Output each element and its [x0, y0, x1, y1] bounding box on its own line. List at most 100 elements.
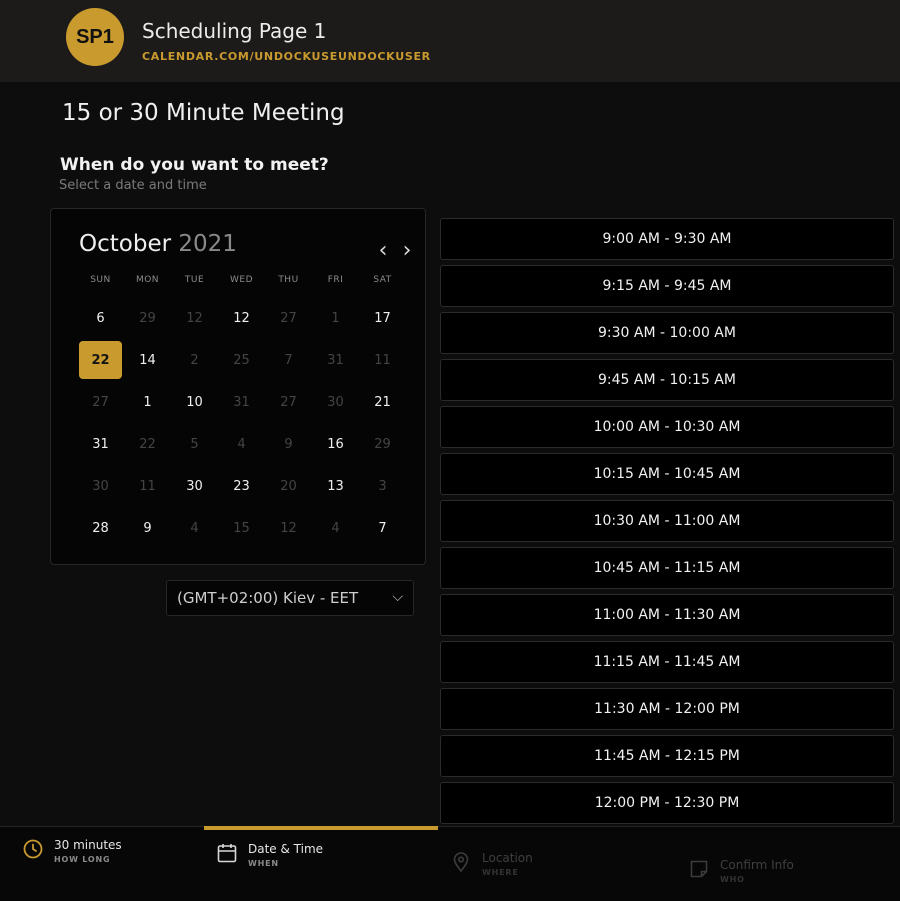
step-confirm-info-label: Confirm Info	[720, 858, 794, 872]
time-slot-button[interactable]: 11:45 AM - 12:15 PM	[440, 735, 894, 777]
meet-prompt: When do you want to meet?	[60, 155, 329, 175]
time-slot-button[interactable]: 10:30 AM - 11:00 AM	[440, 500, 894, 542]
step-confirm-info-sub: WHO	[720, 875, 745, 884]
step-date-time-sub: WHEN	[248, 859, 279, 868]
clock-icon	[23, 839, 43, 859]
calendar-day: 25	[233, 352, 250, 368]
chevron-down-icon: ⌵	[392, 589, 403, 605]
calendar-day[interactable]: 9	[126, 509, 169, 547]
time-slot-button[interactable]: 11:00 AM - 11:30 AM	[440, 594, 894, 636]
weekday-label: SUN	[90, 275, 111, 285]
avatar: SP1	[66, 8, 124, 66]
page-owner-title: Scheduling Page 1	[142, 19, 327, 43]
time-slot-button[interactable]: 12:00 PM - 12:30 PM	[440, 782, 894, 824]
calendar-day: 11	[374, 352, 391, 368]
calendar-day[interactable]: 13	[314, 467, 357, 505]
calendar-day[interactable]: 14	[126, 341, 169, 379]
time-slot-button[interactable]: 9:15 AM - 9:45 AM	[440, 265, 894, 307]
calendar-day[interactable]: 23	[220, 467, 263, 505]
calendar-day: 30	[92, 478, 109, 494]
calendar-day[interactable]: 31	[79, 425, 122, 463]
calendar-day: 27	[280, 310, 297, 326]
weekday-label: MON	[135, 275, 160, 285]
next-month-button[interactable]: ›	[397, 239, 417, 263]
calendar-day: 4	[331, 520, 340, 536]
calendar-day[interactable]: 6	[79, 299, 122, 337]
calendar-icon	[217, 844, 237, 863]
weekday-label: TUE	[184, 275, 205, 285]
calendar: October 2021 ‹ › SUN MON TUE WED THU FRI SAT 6…	[50, 208, 426, 565]
calendar-day: 27	[92, 394, 109, 410]
time-slot-button[interactable]: 11:15 AM - 11:45 AM	[440, 641, 894, 683]
step-location-sub: WHERE	[482, 868, 519, 877]
calendar-day[interactable]: 10	[173, 383, 216, 421]
calendar-month-title: October 2021	[79, 231, 237, 257]
meeting-title: 15 or 30 Minute Meeting	[62, 100, 345, 126]
step-location[interactable]: Location WHERE	[450, 851, 533, 877]
time-slot-button[interactable]: 11:30 AM - 12:00 PM	[440, 688, 894, 730]
calendar-day[interactable]: 28	[79, 509, 122, 547]
chevron-left-icon: ‹	[378, 238, 388, 263]
calendar-day: 4	[190, 520, 199, 536]
calendar-day[interactable]: 21	[361, 383, 404, 421]
time-slot-list: 9:00 AM - 9:30 AM 9:15 AM - 9:45 AM 9:30 A…	[440, 218, 894, 876]
calendar-day: 15	[233, 520, 250, 536]
calendar-day: 12	[186, 310, 203, 326]
step-confirm-info[interactable]: Confirm Info WHO	[688, 858, 794, 884]
time-slot-button[interactable]: 10:15 AM - 10:45 AM	[440, 453, 894, 495]
step-location-label: Location	[482, 851, 533, 865]
calendar-day[interactable]: 12	[220, 299, 263, 337]
weekday-label: THU	[278, 275, 299, 285]
note-icon	[690, 860, 708, 878]
calendar-day[interactable]: 1	[126, 383, 169, 421]
calendar-day[interactable]: 30	[173, 467, 216, 505]
step-duration-sub: HOW LONG	[54, 855, 111, 864]
meet-subprompt: Select a date and time	[59, 178, 207, 193]
header: SP1 Scheduling Page 1 CALENDAR.COM/UNDOC…	[0, 0, 900, 82]
time-slot-button[interactable]: 9:00 AM - 9:30 AM	[440, 218, 894, 260]
calendar-day: 3	[378, 478, 387, 494]
calendar-day: 20	[280, 478, 297, 494]
timezone-select[interactable]: (GMT+02:00) Kiev - EET ⌵	[166, 580, 414, 616]
calendar-day-selected[interactable]: 22	[79, 341, 122, 379]
calendar-day: 22	[139, 436, 156, 452]
calendar-day[interactable]: 16	[314, 425, 357, 463]
calendar-day: 12	[280, 520, 297, 536]
calendar-day: 29	[139, 310, 156, 326]
active-step-indicator	[204, 826, 438, 830]
calendar-day: 31	[233, 394, 250, 410]
calendar-month: October	[79, 231, 172, 257]
calendar-day: 1	[331, 310, 340, 326]
weekday-label: WED	[229, 275, 253, 285]
calendar-day: 11	[139, 478, 156, 494]
prev-month-button[interactable]: ‹	[373, 239, 393, 263]
weekday-label: SAT	[373, 275, 392, 285]
map-pin-icon	[453, 852, 469, 873]
chevron-right-icon: ›	[402, 238, 412, 263]
time-slot-button[interactable]: 10:45 AM - 11:15 AM	[440, 547, 894, 589]
calendar-day[interactable]: 17	[361, 299, 404, 337]
calendar-day: 31	[327, 352, 344, 368]
calendar-day: 30	[327, 394, 344, 410]
day-grid: 6 29 12 12 27 1 17 22 14 2 25 7 31 11 27 1 10 31 27 30 21 31 2…	[77, 297, 406, 549]
time-slot-button[interactable]: 9:30 AM - 10:00 AM	[440, 312, 894, 354]
weekday-label: FRI	[327, 275, 344, 285]
calendar-day[interactable]: 7	[361, 509, 404, 547]
page-url: CALENDAR.COM/UNDOCKUSEUNDOCKUSER	[142, 50, 431, 63]
calendar-day: 2	[190, 352, 199, 368]
calendar-day: 5	[190, 436, 199, 452]
calendar-year: 2021	[178, 231, 237, 257]
calendar-day: 27	[280, 394, 297, 410]
calendar-day: 29	[374, 436, 391, 452]
step-date-time-label: Date & Time	[248, 842, 324, 856]
step-date-time[interactable]: Date & Time WHEN	[216, 842, 323, 868]
weekday-header: SUN MON TUE WED THU FRI SAT	[77, 275, 406, 285]
calendar-day: 7	[284, 352, 293, 368]
timezone-value: (GMT+02:00) Kiev - EET	[177, 589, 359, 607]
time-slot-button[interactable]: 9:45 AM - 10:15 AM	[440, 359, 894, 401]
time-slot-button[interactable]: 10:00 AM - 10:30 AM	[440, 406, 894, 448]
step-duration[interactable]: 30 minutes HOW LONG	[22, 838, 122, 864]
calendar-day: 9	[284, 436, 293, 452]
step-duration-label: 30 minutes	[54, 838, 122, 852]
calendar-day: 4	[237, 436, 246, 452]
